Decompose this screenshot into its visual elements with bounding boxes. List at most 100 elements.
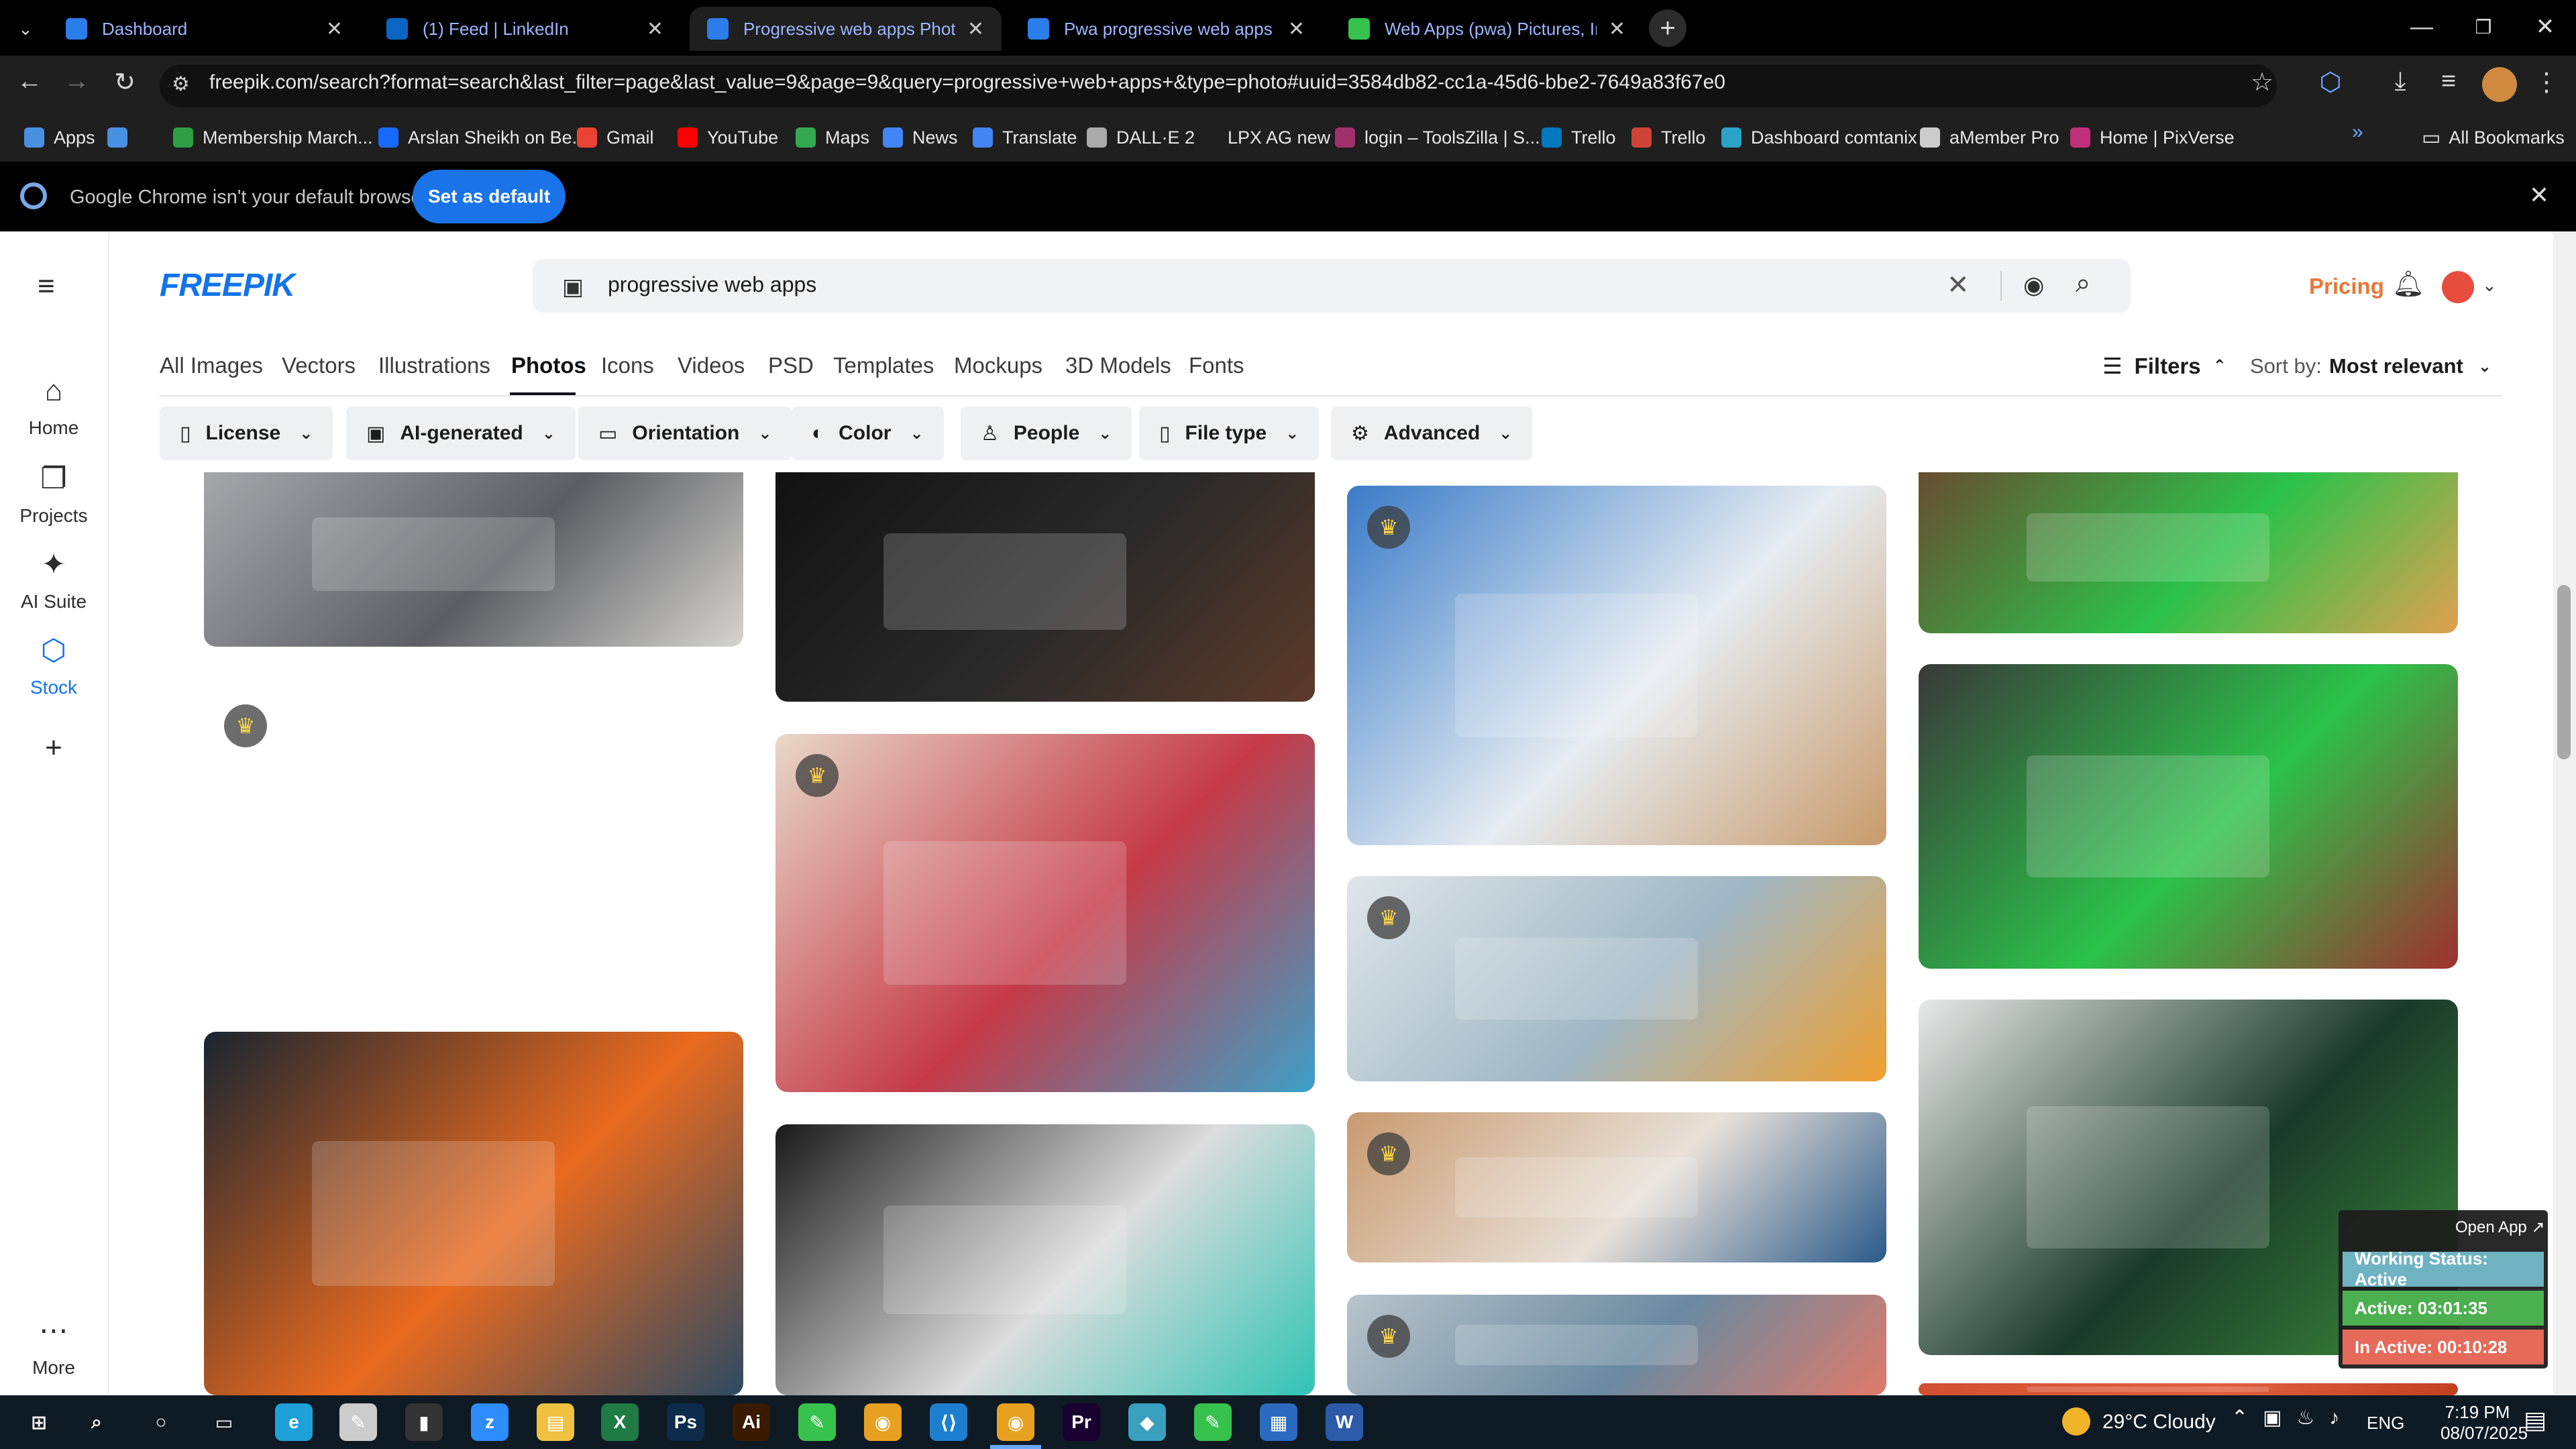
site-info-icon[interactable]: ⚙ [172, 72, 190, 96]
browser-tab[interactable]: Pwa progressive web apps sma ✕ [1010, 7, 1322, 51]
businessman-app-cube-photo[interactable]: ♛ [204, 684, 743, 1006]
search-input[interactable]: progressive web apps [608, 272, 816, 297]
category-tab-3d-models[interactable]: 3D Models [1065, 353, 1171, 378]
hamburger-menu-icon[interactable]: ≡ [38, 270, 55, 303]
taskbar-green-app-icon[interactable]: ✎ [798, 1403, 836, 1441]
laptop-ui-design-photo[interactable]: ♛ [1347, 876, 1886, 1081]
browser-tab[interactable]: Progressive web apps Photos | Fr ✕ [690, 7, 1002, 51]
taskbar-excel-icon[interactable]: X [601, 1403, 639, 1441]
bookmark-star-icon[interactable]: ☆ [2242, 67, 2282, 97]
reload-icon[interactable]: ↻ [105, 67, 145, 97]
category-tab-mockups[interactable]: Mockups [954, 353, 1042, 378]
taskbar-premiere-icon[interactable]: Pr [1063, 1403, 1100, 1441]
taskbar-blue-app-icon[interactable]: ◆ [1128, 1403, 1166, 1441]
minimize-button[interactable]: — [2391, 0, 2453, 54]
green-screen-desk-photo[interactable] [1919, 472, 2458, 633]
taskbar-pen-icon[interactable]: ✎ [339, 1403, 377, 1441]
bookmark-item[interactable]: login – ToolsZilla | S... [1335, 123, 1540, 152]
wireframe-paper-photo[interactable]: ♛ [1347, 486, 1886, 845]
notifications-bell-icon[interactable]: 🔔︎ [2392, 270, 2424, 299]
category-tab-videos[interactable]: Videos [678, 353, 745, 378]
bookmark-item[interactable]: News [883, 123, 958, 152]
freepik-logo[interactable]: FREEPIK [160, 267, 295, 304]
infobar-close-icon[interactable]: ✕ [2529, 181, 2549, 209]
bookmark-item[interactable] [107, 123, 137, 152]
category-tab-psd[interactable]: PSD [768, 353, 814, 378]
taskbar-terminal-icon[interactable]: ▮ [405, 1403, 443, 1441]
notifications-center-icon[interactable]: ▤ [2524, 1406, 2546, 1434]
bookmark-item[interactable]: DALL·E 2 [1087, 123, 1195, 152]
filter-chip-orientation[interactable]: ▭ Orientation ⌄ [578, 407, 792, 460]
category-tab-fonts[interactable]: Fonts [1189, 353, 1244, 378]
category-tab-vectors[interactable]: Vectors [282, 353, 356, 378]
forward-icon[interactable]: → [56, 67, 97, 96]
bookmark-item[interactable]: Apps [24, 123, 95, 152]
taskbar-chrome-icon[interactable]: ◉ [864, 1403, 902, 1441]
rail-item-more[interactable]: ⋯ More [0, 1313, 107, 1379]
filters-toggle[interactable]: ☰ Filters ⌃ [2102, 353, 2226, 379]
taskbar-calculator-icon[interactable]: ▦ [1260, 1403, 1297, 1441]
bookmark-item[interactable]: Gmail [577, 123, 654, 152]
tablet-tag-photo[interactable] [775, 1124, 1315, 1395]
taskbar-green-app-2-icon[interactable]: ✎ [1194, 1403, 1232, 1441]
more-bookmarks-icon[interactable]: » [2352, 121, 2363, 144]
bookmark-item[interactable]: Trello [1631, 123, 1706, 152]
hand-tablet-photo[interactable] [775, 472, 1315, 702]
bookmark-item[interactable]: LPX AG new [1198, 123, 1330, 152]
category-tab-templates[interactable]: Templates [833, 353, 934, 378]
browser-tab[interactable]: Web Apps (pwa) Pictures, Imag ✕ [1331, 7, 1643, 51]
search-icon[interactable]: ⌕ [2076, 268, 2090, 299]
taskbar-task-view-icon[interactable]: ▭ [205, 1403, 243, 1441]
bookmark-item[interactable]: Translate [973, 123, 1077, 152]
system-tray-icons[interactable]: ⌃▣♨♪ [2231, 1406, 2354, 1430]
tab-close-icon[interactable]: ✕ [967, 17, 984, 41]
desk-wireframes-photo[interactable]: ♛ [1347, 1112, 1886, 1263]
bookmark-item[interactable]: Home | PixVerse [2070, 123, 2235, 152]
page-scrollbar-track[interactable] [2553, 231, 2576, 1395]
account-chevron-icon[interactable]: ⌄ [2482, 275, 2497, 296]
man-phone-neon-photo[interactable] [204, 1032, 743, 1395]
taskbar-start-icon[interactable]: ⊞ [20, 1403, 58, 1441]
taskbar-zoom-icon[interactable]: z [471, 1403, 508, 1441]
profile-avatar[interactable] [2482, 67, 2517, 102]
media-control-icon[interactable]: ≡ [2428, 67, 2469, 96]
category-tab-icons[interactable]: Icons [601, 353, 654, 378]
bookmark-item[interactable]: Arslan Sheikh on Be... [378, 123, 587, 152]
filter-chip-advanced[interactable]: ⚙ Advanced ⌄ [1331, 407, 1533, 460]
taskbar-photoshop-icon[interactable]: Ps [667, 1403, 704, 1441]
pricing-link[interactable]: Pricing [2309, 274, 2384, 299]
category-tab-photos[interactable]: Photos [511, 353, 586, 378]
bookmark-item[interactable]: Trello [1542, 123, 1616, 152]
tab-close-icon[interactable]: ✕ [647, 17, 663, 41]
taskbar-edge-icon[interactable]: e [275, 1403, 313, 1441]
tab-search-chevron-icon[interactable]: ⌄ [7, 12, 44, 46]
clock[interactable]: 7:19 PM 08/07/2025 [2440, 1402, 2528, 1444]
bottom-orange-photo[interactable] [1919, 1383, 2458, 1395]
bookmark-item[interactable]: aMember Pro [1920, 123, 2059, 152]
language-indicator[interactable]: ENG [2367, 1413, 2404, 1434]
filter-chip-people[interactable]: ♙ People ⌄ [961, 407, 1132, 460]
tab-close-icon[interactable]: ✕ [1609, 17, 1625, 41]
back-icon[interactable]: ← [9, 67, 50, 96]
rail-item-stock[interactable]: ⬡ Stock [0, 633, 107, 698]
rail-item-home[interactable]: ⌂ Home [0, 374, 107, 439]
bookmark-item[interactable]: Maps [796, 123, 869, 152]
filter-chip-ai-generated[interactable]: ▣ AI-generated ⌄ [346, 407, 576, 460]
rail-item-projects[interactable]: ❐ Projects [0, 462, 107, 527]
user-avatar[interactable] [2442, 271, 2474, 303]
category-tab-illustrations[interactable]: Illustrations [378, 353, 490, 378]
taskbar-search-icon[interactable]: ⌕ [78, 1403, 115, 1441]
set-as-default-button[interactable]: Set as default [413, 170, 566, 223]
image-type-icon[interactable]: ▣ [562, 274, 584, 301]
taskbar-word-icon[interactable]: W [1326, 1403, 1363, 1441]
camera-search-icon[interactable]: ◉ [2023, 271, 2044, 299]
all-bookmarks[interactable]: ▭ All Bookmarks [2422, 123, 2565, 152]
rail-item-ai-suite[interactable]: ✦ AI Suite [0, 547, 107, 612]
extension-icon[interactable]: ⬡ [2310, 67, 2351, 97]
close-window-button[interactable]: ✕ [2514, 0, 2576, 54]
taskbar-vscode-icon[interactable]: ⟨⟩ [930, 1403, 967, 1441]
open-app-link[interactable]: Open App ↗ [2455, 1218, 2545, 1237]
new-tab-button[interactable]: + [1649, 9, 1686, 47]
taskbar-chrome-active-icon[interactable]: ◉ [997, 1403, 1034, 1441]
girl-app-cubes-photo[interactable]: ♛ [775, 734, 1315, 1092]
